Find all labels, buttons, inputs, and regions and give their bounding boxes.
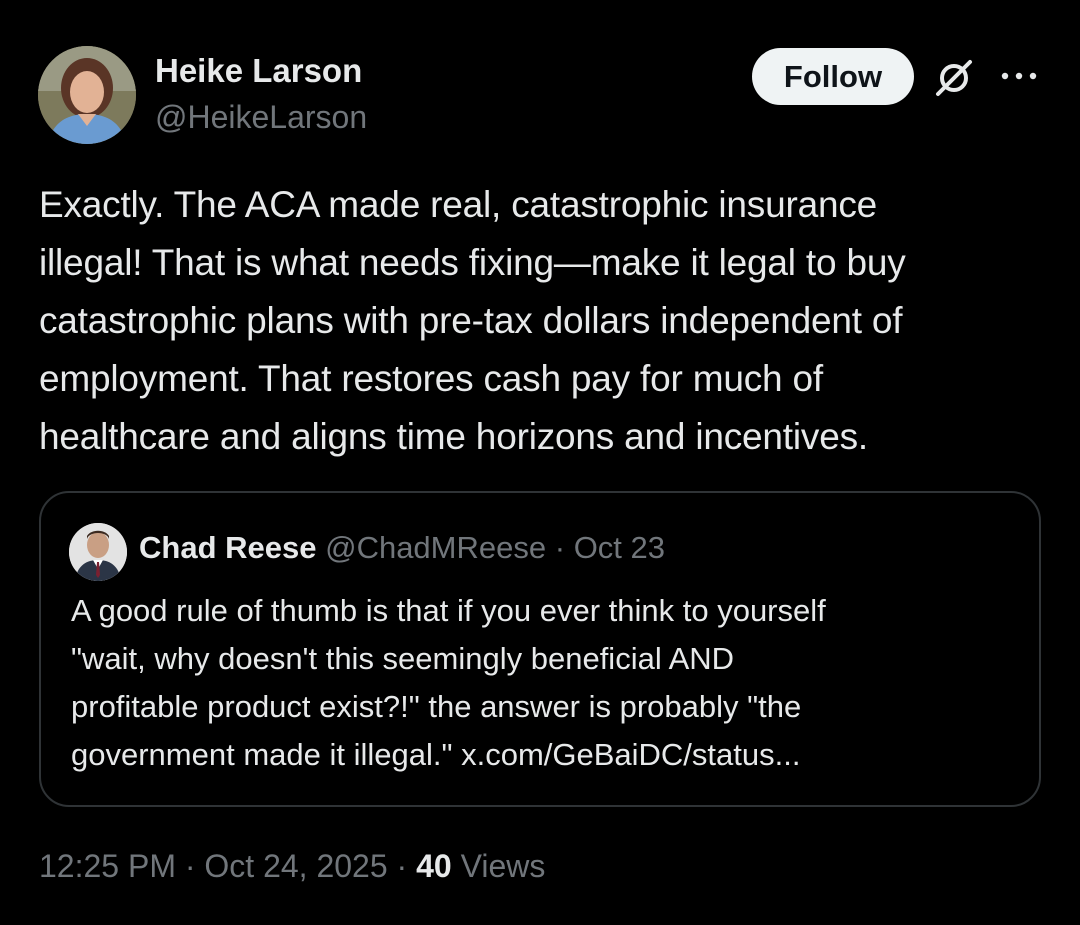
quoted-author-avatar-image: [69, 523, 127, 581]
author-name[interactable]: Heike Larson: [155, 52, 362, 90]
author-avatar[interactable]: [38, 46, 136, 144]
quoted-post[interactable]: Chad Reese @ChadMReese · Oct 23 A good r…: [39, 491, 1041, 807]
grok-icon-glyph: [936, 60, 972, 96]
quoted-text: A good rule of thumb is that if you ever…: [71, 593, 826, 772]
more-horizontal-icon[interactable]: [999, 64, 1039, 88]
quoted-separator: ·: [554, 530, 566, 565]
views-label[interactable]: Views: [461, 848, 546, 884]
quoted-meta: Chad Reese @ChadMReese · Oct 23: [139, 530, 665, 566]
footer-separator: ·: [396, 848, 408, 884]
quoted-author-avatar[interactable]: [69, 523, 127, 581]
post-text: Exactly. The ACA made real, catastrophic…: [39, 184, 906, 457]
views-count[interactable]: 40: [416, 848, 452, 884]
quoted-author-handle[interactable]: @ChadMReese: [325, 530, 546, 565]
footer-separator: ·: [184, 848, 196, 884]
post-footer: 12:25 PM · Oct 24, 2025 · 40 Views: [39, 848, 545, 885]
author-avatar-image: [38, 46, 136, 144]
grok-icon[interactable]: [932, 56, 976, 100]
follow-button[interactable]: Follow: [752, 48, 914, 105]
post: Heike Larson @HeikeLarson Follow Exactly…: [0, 0, 1080, 925]
quoted-author-name[interactable]: Chad Reese: [139, 530, 316, 565]
post-date[interactable]: Oct 24, 2025: [204, 848, 387, 884]
more-horizontal-glyph: [1001, 72, 1037, 80]
post-time[interactable]: 12:25 PM: [39, 848, 176, 884]
quoted-date[interactable]: Oct 23: [574, 530, 665, 565]
author-handle[interactable]: @HeikeLarson: [155, 99, 367, 136]
